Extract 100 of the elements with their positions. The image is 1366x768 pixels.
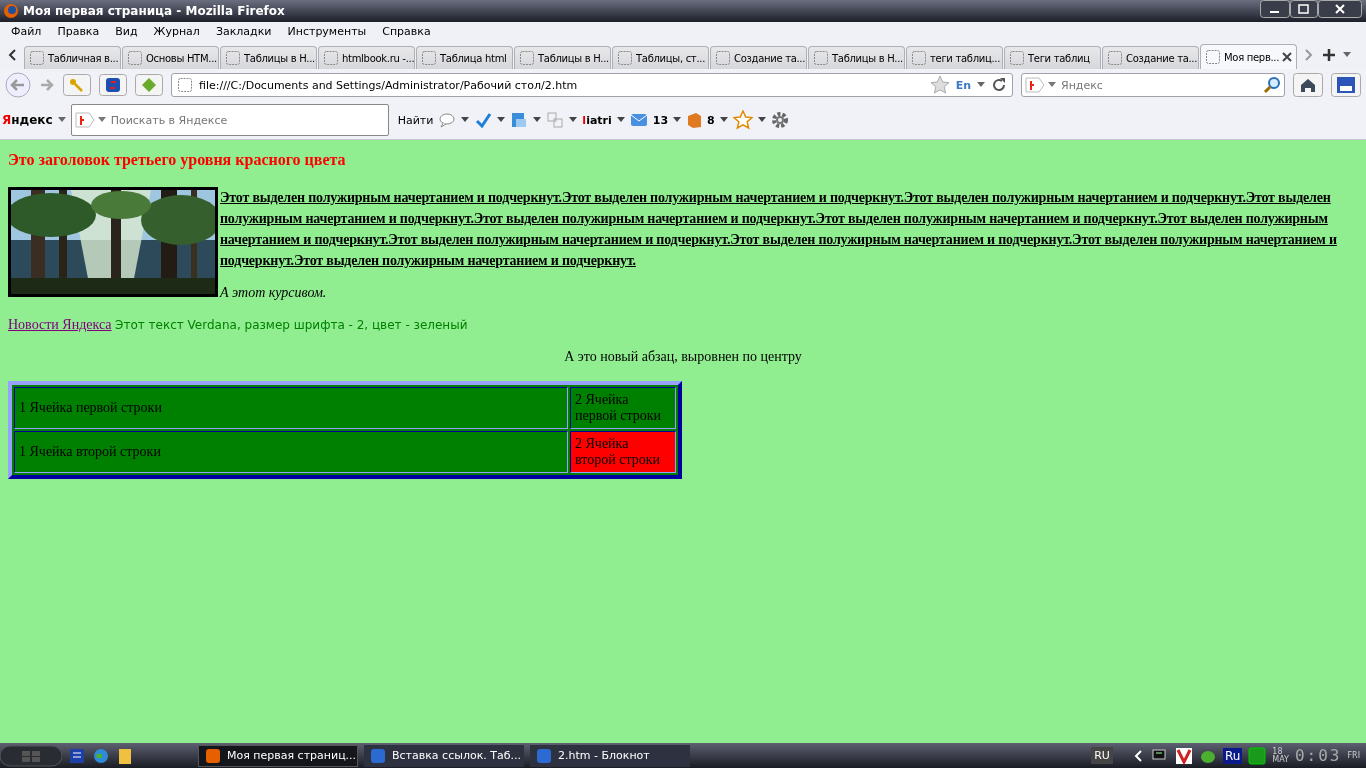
clock-month: MAY bbox=[1272, 755, 1289, 764]
reload-icon[interactable] bbox=[991, 77, 1007, 93]
verdana-text: Этот текст Verdana, размер шрифта - 2, цвет - зеленый bbox=[115, 318, 468, 332]
browser-tab[interactable]: Теги таблиц bbox=[1004, 46, 1101, 69]
browser-tab[interactable]: Создание та... bbox=[710, 46, 807, 69]
feed-icon[interactable] bbox=[135, 74, 163, 96]
language-indicator[interactable]: Ru bbox=[1222, 747, 1243, 764]
page-icon bbox=[617, 50, 633, 66]
menu-item[interactable]: Вид bbox=[107, 25, 146, 38]
browser-tab[interactable]: Таблицы в H... bbox=[514, 46, 611, 69]
download-icon[interactable] bbox=[1331, 73, 1361, 97]
dropdown-icon[interactable] bbox=[616, 117, 625, 123]
dropdown-icon[interactable] bbox=[977, 82, 985, 88]
desktop-icon[interactable] bbox=[68, 746, 86, 765]
search-field[interactable]: Яндекс bbox=[1021, 73, 1285, 97]
new-tab-icon[interactable] bbox=[1322, 48, 1336, 62]
dropdown-icon[interactable] bbox=[533, 117, 542, 123]
folder-icon[interactable] bbox=[116, 746, 134, 765]
search-input[interactable]: Яндекс bbox=[1059, 77, 1260, 93]
menu-item[interactable]: Правка bbox=[49, 25, 108, 38]
page-icon bbox=[813, 50, 829, 66]
news-link[interactable]: Новости Яндекса bbox=[8, 317, 112, 332]
search-icon[interactable] bbox=[1263, 76, 1281, 94]
close-icon[interactable] bbox=[1282, 52, 1293, 62]
dropdown-icon[interactable] bbox=[97, 117, 106, 123]
page-icon bbox=[1009, 50, 1025, 66]
browser-tab[interactable]: Табличная в... bbox=[24, 46, 121, 69]
browser-tab[interactable]: Таблицы в H... bbox=[808, 46, 905, 69]
yandex-logo-icon bbox=[1025, 76, 1045, 94]
spellcheck-icon[interactable] bbox=[474, 111, 493, 129]
table-cell: 1 Ячейка первой строки bbox=[14, 387, 568, 429]
search-field[interactable]: Поискать в Яндексе bbox=[70, 104, 389, 136]
clock-time: 0:03 bbox=[1294, 746, 1342, 765]
clock-weekday: FRI bbox=[1347, 751, 1360, 760]
yandex-menu[interactable]: Яндекс bbox=[2, 113, 53, 127]
page-icon bbox=[1205, 49, 1221, 65]
dropdown-icon[interactable] bbox=[757, 117, 766, 123]
dropdown-icon[interactable] bbox=[569, 117, 578, 123]
menu-item[interactable]: Справка bbox=[374, 25, 439, 38]
clock-date: 18 bbox=[1272, 747, 1283, 756]
browser-tab[interactable]: Создание та... bbox=[1102, 46, 1199, 69]
page-icon bbox=[177, 77, 193, 93]
dropdown-icon[interactable] bbox=[673, 117, 682, 123]
item-count: 8 bbox=[707, 113, 715, 127]
page-icon bbox=[519, 50, 535, 66]
dropdown-icon[interactable] bbox=[1343, 52, 1351, 58]
menu-item[interactable]: Закладки bbox=[207, 25, 280, 38]
page-icon bbox=[29, 50, 45, 66]
dropdown-icon[interactable] bbox=[719, 117, 728, 123]
table-cell: 1 Ячейка второй строки bbox=[14, 431, 568, 473]
browser-tab[interactable]: Основы HTM... bbox=[122, 46, 219, 69]
user-menu[interactable]: liatri bbox=[582, 113, 612, 127]
window-icon bbox=[205, 747, 221, 764]
start-button-icon[interactable] bbox=[0, 744, 62, 767]
taskbar-button[interactable]: Моя первая страниц... bbox=[198, 744, 358, 767]
browser-tab[interactable]: теги таблиц... bbox=[906, 46, 1003, 69]
home-icon[interactable] bbox=[1293, 73, 1323, 97]
page-icon bbox=[323, 50, 339, 66]
mail-count: 13 bbox=[652, 113, 669, 127]
page-icon bbox=[1107, 50, 1123, 66]
page-icon bbox=[127, 50, 143, 66]
dropdown-icon[interactable] bbox=[461, 117, 470, 123]
menu-item[interactable]: Инструменты bbox=[279, 25, 375, 38]
page-icon bbox=[421, 50, 437, 66]
window-icon bbox=[536, 747, 552, 764]
browser-tab[interactable]: Таблица html bbox=[416, 46, 513, 69]
table-cell: 2 Ячейка первой строки bbox=[570, 387, 676, 429]
table-cell: 2 Ячейка второй строки bbox=[570, 431, 676, 473]
page-heading: Это заголовок третьего уровня красного цвета bbox=[8, 151, 347, 169]
menu-item[interactable]: Файл bbox=[3, 25, 50, 38]
yandex-logo-icon bbox=[74, 111, 95, 129]
dropdown-icon[interactable] bbox=[497, 117, 506, 123]
address-field[interactable]: file:///C:/Documents and Settings/Administrator/Рабочий стол/2.htm En bbox=[171, 73, 1013, 97]
page-icon bbox=[225, 50, 241, 66]
window-title: Моя первая страница - Mozilla Firefox bbox=[23, 4, 286, 18]
menu-item[interactable]: Журнал bbox=[145, 25, 208, 38]
browser-tab[interactable]: Моя перв... bbox=[1200, 44, 1297, 69]
browser-tab[interactable]: Таблицы, ст... bbox=[612, 46, 709, 69]
globe-icon[interactable] bbox=[92, 746, 110, 765]
search-input[interactable]: Поискать в Яндексе bbox=[108, 112, 385, 128]
minimize-icon[interactable] bbox=[1260, 0, 1290, 18]
settings-icon[interactable] bbox=[770, 111, 789, 129]
back-icon[interactable] bbox=[5, 72, 31, 98]
browser-tab[interactable]: Таблицы в H... bbox=[220, 46, 317, 69]
taskbar-button[interactable]: 2.htm - Блокнот bbox=[530, 744, 690, 767]
close-icon[interactable] bbox=[1318, 0, 1362, 18]
italic-text: А этот курсивом. bbox=[220, 285, 328, 301]
star-icon[interactable] bbox=[929, 75, 950, 95]
taskbar-button[interactable]: Вставка ссылок. Таб... bbox=[364, 744, 524, 767]
language-indicator[interactable]: RU bbox=[1091, 747, 1113, 764]
browser-tab[interactable]: htmlbook.ru -... bbox=[318, 46, 415, 69]
browser-icon bbox=[3, 3, 19, 19]
dropdown-icon[interactable] bbox=[57, 117, 66, 123]
bookmark-service-icon[interactable] bbox=[99, 74, 127, 96]
expand-tray-icon[interactable] bbox=[1132, 748, 1145, 763]
antivirus-icon[interactable] bbox=[1174, 746, 1193, 765]
star-icon[interactable] bbox=[732, 110, 753, 130]
find-button[interactable]: Найти bbox=[397, 113, 434, 127]
restore-icon[interactable] bbox=[1290, 0, 1318, 18]
dropdown-icon[interactable] bbox=[1048, 82, 1056, 88]
